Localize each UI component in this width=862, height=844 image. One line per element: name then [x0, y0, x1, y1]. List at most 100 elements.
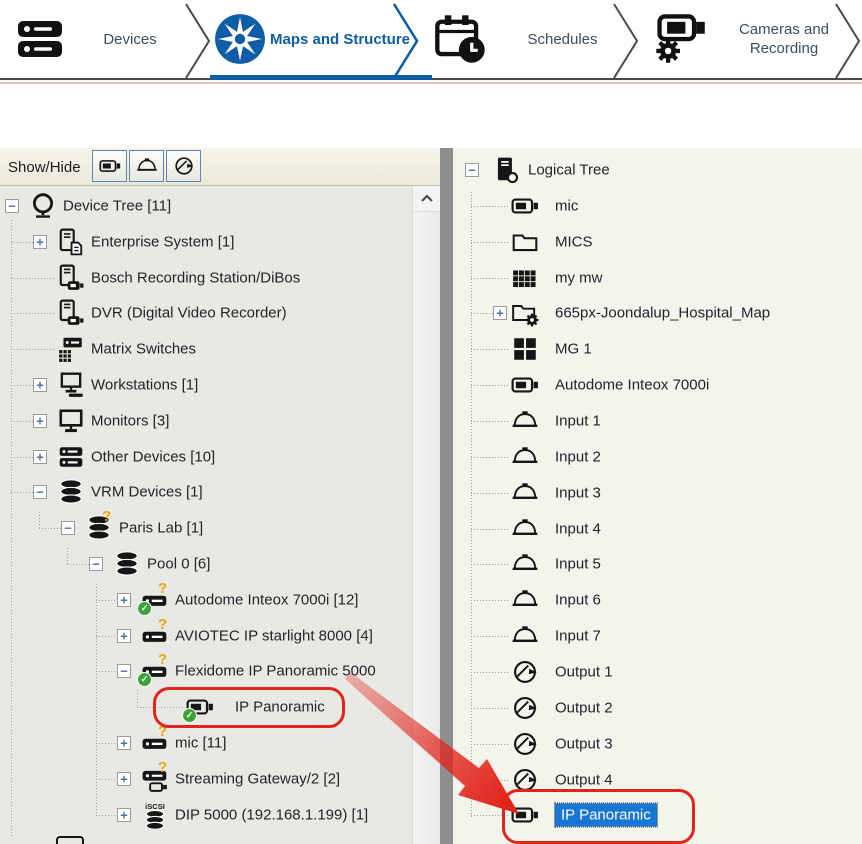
tree-item-pool-0-6[interactable]: − Pool 0 [6] — [0, 546, 412, 582]
tab-devices[interactable]: Devices — [0, 0, 208, 80]
expand-toggle[interactable]: + — [33, 378, 47, 392]
tree-item-matrix-switches[interactable]: Matrix Switches — [0, 331, 412, 367]
tree-connector — [471, 385, 509, 386]
tree-item-input-5[interactable]: Input 5 — [453, 546, 862, 582]
question-badge: ? — [102, 508, 111, 525]
expand-toggle[interactable]: + — [117, 593, 131, 607]
tree-item-vrm-devices-1[interactable]: − VRM Devices [1] — [0, 474, 412, 510]
tree-item-autodome-inteox-7000i[interactable]: Autodome Inteox 7000i — [453, 367, 862, 403]
tree-item-flexidome-ip-panoramic-5000[interactable]: −?✓Flexidome IP Panoramic 5000 — [0, 653, 412, 689]
tree-item-paris-lab-1[interactable]: −?Paris Lab [1] — [0, 510, 412, 546]
tab-devices-label: Devices — [70, 14, 190, 66]
vertical-scrollbar[interactable] — [412, 186, 440, 844]
show-hide-cameras-toggle[interactable] — [92, 150, 127, 182]
expand-toggle[interactable]: + — [117, 629, 131, 643]
tree-connector — [471, 815, 509, 816]
tree-item-input-3[interactable]: Input 3 — [453, 475, 862, 511]
tree-item-input-7[interactable]: Input 7 — [453, 618, 862, 654]
tree-connector — [471, 421, 509, 422]
tree-item-mg-1[interactable]: MG 1 — [453, 331, 862, 367]
tree-item-output-3[interactable]: Output 3 — [453, 726, 862, 762]
collapse-toggle[interactable]: − — [33, 485, 47, 499]
enterprise-system-icon — [57, 228, 85, 256]
tree-item-output-1[interactable]: Output 1 — [453, 654, 862, 690]
monitor-group-icon — [511, 335, 539, 363]
tree-connector — [471, 457, 509, 458]
tree-connector — [96, 815, 117, 816]
question-badge: ? — [158, 580, 167, 597]
collapse-toggle[interactable]: − — [117, 664, 131, 678]
collapse-toggle[interactable]: − — [61, 521, 75, 535]
tree-item-dip-5000-192-168-1-199-1[interactable]: + iSCSI DIP 5000 (192.168.1.199) [1] — [0, 797, 412, 833]
tree-connector — [471, 600, 509, 601]
input-icon — [511, 443, 539, 471]
tree-item-monitors-3[interactable]: +Monitors [3] — [0, 403, 412, 439]
collapse-toggle[interactable]: − — [5, 199, 19, 213]
scroll-up-button[interactable] — [413, 186, 441, 212]
tree-item-ip-panoramic[interactable]: ✓IP Panoramic — [0, 689, 412, 725]
tree-item-label: mic [11] — [175, 735, 226, 752]
tree-item-logical-tree[interactable]: − Logical Tree — [453, 152, 862, 188]
tree-connector — [471, 564, 509, 565]
expand-toggle[interactable]: + — [33, 414, 47, 428]
tree-item-label: Output 3 — [555, 735, 613, 752]
tree-item-output-2[interactable]: Output 2 — [453, 690, 862, 726]
tree-item-input-2[interactable]: Input 2 — [453, 439, 862, 475]
show-hide-header: Show/Hide — [0, 148, 440, 186]
tree-connector — [137, 707, 184, 708]
tree-item-aviotec-ip-starlight-8000-4[interactable]: +?AVIOTEC IP starlight 8000 [4] — [0, 618, 412, 654]
collapse-toggle[interactable]: − — [465, 163, 479, 177]
tree-guide-line — [11, 220, 12, 838]
tree-item-streaming-gateway-2-2[interactable]: +?Streaming Gateway/2 [2] — [0, 761, 412, 797]
tree-item-label: mic — [555, 197, 578, 214]
pane-divider[interactable] — [440, 148, 453, 844]
tree-item-label: my mw — [555, 269, 603, 286]
tree-item-bosch-recording-station-dibos[interactable]: Bosch Recording Station/DiBos — [0, 260, 412, 296]
tree-item-input-6[interactable]: Input 6 — [453, 582, 862, 618]
expand-toggle[interactable]: + — [33, 235, 47, 249]
expand-toggle[interactable]: + — [33, 450, 47, 464]
tree-item-mic[interactable]: mic — [453, 188, 862, 224]
tree-item-label: Streaming Gateway/2 [2] — [175, 770, 340, 787]
tree-item-label: DIP 5000 (192.168.1.199) [1] — [175, 806, 368, 823]
input-icon — [511, 586, 539, 614]
tree-item-device-tree-11[interactable]: −Device Tree [11] — [0, 188, 412, 224]
tab-cameras-and-recording[interactable]: Cameras and Recording — [645, 0, 862, 80]
iscsi-icon: iSCSI — [141, 801, 169, 829]
tree-item-665px-joondalup-hospital-map[interactable]: +665px-Joondalup_Hospital_Map — [453, 295, 862, 331]
tree-item-label: VRM Devices [1] — [91, 484, 203, 501]
tree-connector — [67, 564, 89, 565]
tree-connector — [11, 313, 55, 314]
svg-text:iSCSI: iSCSI — [145, 802, 165, 811]
tree-item-output-4[interactable]: Output 4 — [453, 762, 862, 798]
tree-item-input-4[interactable]: Input 4 — [453, 511, 862, 547]
tree-item-dvr-digital-video-recorder[interactable]: DVR (Digital Video Recorder) — [0, 295, 412, 331]
tree-item-ip-panoramic[interactable]: IP Panoramic — [453, 797, 862, 833]
tree-item-label: Autodome Inteox 7000i — [555, 377, 709, 394]
show-hide-outputs-toggle[interactable] — [166, 150, 201, 182]
tree-item-label: 665px-Joondalup_Hospital_Map — [555, 305, 770, 322]
question-badge: ? — [158, 651, 167, 668]
tree-item-autodome-inteox-7000i-12[interactable]: +?✓Autodome Inteox 7000i [12] — [0, 582, 412, 618]
output-icon — [511, 730, 539, 758]
tree-item-mic-11[interactable]: +?mic [11] — [0, 725, 412, 761]
show-hide-inputs-toggle[interactable] — [129, 150, 164, 182]
tree-item-input-1[interactable]: Input 1 — [453, 403, 862, 439]
tree-item-other-devices-10[interactable]: +Other Devices [10] — [0, 439, 412, 475]
tree-item-label: Pool 0 [6] — [147, 556, 210, 573]
tree-guide-line — [67, 548, 68, 566]
expand-toggle[interactable]: + — [117, 772, 131, 786]
tree-item-label: Output 1 — [555, 663, 613, 680]
tree-item-mics[interactable]: MICS — [453, 224, 862, 260]
expand-toggle[interactable]: + — [117, 808, 131, 822]
tree-item-workstations-1[interactable]: +Workstations [1] — [0, 367, 412, 403]
tree-item-label: Logical Tree — [528, 162, 610, 179]
collapse-toggle[interactable]: − — [89, 557, 103, 571]
expand-toggle[interactable]: + — [493, 306, 507, 320]
tree-item-enterprise-system-1[interactable]: +Enterprise System [1] — [0, 224, 412, 260]
camera-icon — [511, 801, 539, 829]
check-badge: ✓ — [137, 601, 152, 616]
expand-toggle[interactable]: + — [117, 736, 131, 750]
input-icon — [511, 622, 539, 650]
tree-item-my-mw[interactable]: my mw — [453, 260, 862, 296]
